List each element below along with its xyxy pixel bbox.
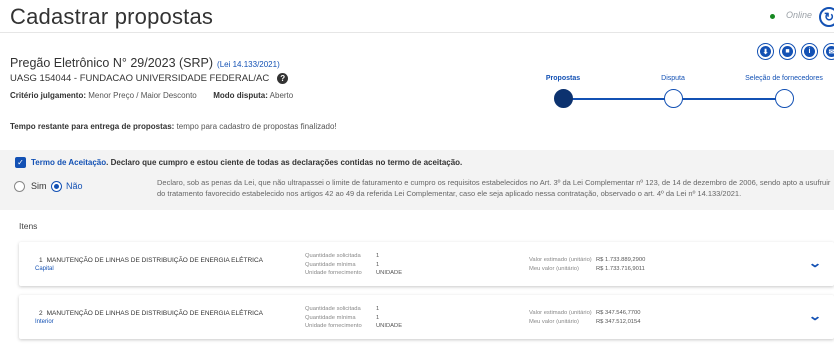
step-circle-selecao[interactable] [775,89,794,108]
info-button[interactable]: i [801,43,818,60]
qtd-minima-value: 1 [376,314,380,321]
help-icon[interactable]: ? [277,73,289,84]
termo-declaracao: Declaro que cumpro e estou ciente de tod… [110,158,463,167]
radio-sim-label[interactable]: Sim [31,181,47,191]
delete-button[interactable]: ■ [779,43,796,60]
qtd-minima-label: Quantidade mínima [305,314,356,321]
radio-sim[interactable] [14,181,25,192]
item-qty-values: 1 1 UNIDADE [376,252,402,278]
termo-aceitacao-text: Termo de Aceitação. Declaro que cumpro e… [31,158,463,167]
uasg-line: UASG 154044 - FUNDACAO UNIVERSIDADE FEDE… [10,73,289,84]
item-description: 2 MANUTENÇÃO DE LINHAS DE DISTRIBUIÇÃO DE… [35,310,263,317]
valor-estimado-label: Valor estimado (unitário) [529,310,592,316]
criterio-line: Critério julgamento: Menor Preço / Maior… [10,91,293,100]
valor-estimado-value: R$ 1.733.889,2900 [596,257,646,263]
tempo-value: tempo para cadastro de propostas finaliz… [176,122,337,131]
item-number: 2 [39,310,43,317]
lei-link[interactable]: (Lei 14.133/2021) [217,60,280,69]
unidade-label: Unidade fornecimento [305,323,362,329]
refresh-button[interactable]: ↻ [819,7,834,27]
download-button[interactable]: ⬇ [757,43,774,60]
chevron-down-icon[interactable]: ⌄ [808,309,822,323]
uasg-text: UASG 154044 - FUNDACAO UNIVERSIDADE FEDE… [10,73,270,84]
item-desc-text: MANUTENÇÃO DE LINHAS DE DISTRIBUIÇÃO DE … [46,257,263,264]
item-regiao: Capital [35,266,54,272]
step-label-propostas[interactable]: Propostas [546,75,580,82]
meu-valor-value: R$ 1.733.716,9011 [596,265,645,272]
qtd-solicitada-label: Quantidade solicitada [305,306,361,312]
step-circle-disputa[interactable] [664,89,683,108]
item-valor-values: R$ 347.546,7700 R$ 347.512,0154 [596,309,640,326]
unidade-value: UNIDADE [376,323,403,329]
item-valor-labels: Valor estimado (unitário) Meu valor (uni… [529,256,592,273]
step-circle-propostas[interactable] [554,89,573,108]
termo-aceitacao-link[interactable]: Termo de Aceitação [31,158,106,167]
item-number: 1 [39,257,43,264]
item-valor-values: R$ 1.733.889,2900 R$ 1.733.716,9011 [596,256,645,273]
step-label-selecao[interactable]: Seleção de fornecedores [745,75,823,82]
meu-valor-value: R$ 347.512,0154 [596,318,641,325]
qtd-solicitada-label: Quantidade solicitada [305,253,361,259]
top-bar: Cadastrar propostas Online ↻ [0,0,834,33]
item-valor-labels: Valor estimado (unitário) Meu valor (uni… [529,309,592,326]
item-card[interactable]: 1 MANUTENÇÃO DE LINHAS DE DISTRIBUIÇÃO DE… [19,242,834,286]
page-title: Cadastrar propostas [10,4,214,29]
online-status-label: Online [786,10,813,20]
refresh-icon: ↻ [823,10,834,24]
mail-icon: ✉ [826,46,834,57]
unidade-value: UNIDADE [376,270,403,276]
modo-disputa-label: Modo disputa: [213,91,268,100]
tempo-label: Tempo restante para entrega de propostas… [10,122,175,131]
qtd-minima-label: Quantidade mínima [305,261,356,268]
termo-checkbox[interactable]: ✓ [15,157,26,168]
trash-icon: ■ [782,46,793,57]
download-icon: ⬇ [760,46,771,57]
item-desc-text: MANUTENÇÃO DE LINHAS DE DISTRIBUIÇÃO DE … [46,310,263,317]
item-qty-values: 1 1 UNIDADE [376,305,402,331]
qtd-solicitada-value: 1 [376,306,380,312]
declaracao-text: Declaro, sob as penas da Lei, que não ul… [157,178,831,198]
valor-estimado-label: Valor estimado (unitário) [529,257,592,263]
qtd-solicitada-value: 1 [376,253,380,259]
item-qty-labels: Quantidade solicitada Quantidade mínima … [305,305,362,331]
pregao-title: Pregão Eletrônico N° 29/2023 (SRP) (Lei 1… [10,56,280,70]
item-description: 1 MANUTENÇÃO DE LINHAS DE DISTRIBUIÇÃO DE… [35,257,263,264]
modo-disputa-value: Aberto [269,91,294,100]
tempo-restante: Tempo restante para entrega de propostas… [10,122,337,131]
radio-nao[interactable] [51,181,62,192]
criterio-label: Critério julgamento: [10,91,87,100]
item-regiao: Interior [35,319,54,325]
itens-title: Itens [19,221,38,231]
unidade-label: Unidade fornecimento [305,270,362,276]
valor-estimado-value: R$ 347.546,7700 [596,310,641,316]
meu-valor-label: Meu valor (unitário) [529,265,579,272]
chevron-down-icon[interactable]: ⌄ [808,256,822,270]
online-status-dot [770,14,775,19]
radio-nao-label[interactable]: Não [66,181,83,191]
item-qty-labels: Quantidade solicitada Quantidade mínima … [305,252,362,278]
item-card[interactable]: 2 MANUTENÇÃO DE LINHAS DE DISTRIBUIÇÃO DE… [19,295,834,339]
step-label-disputa[interactable]: Disputa [661,75,685,82]
qtd-minima-value: 1 [376,261,380,268]
pregao-title-text: Pregão Eletrônico N° 29/2023 (SRP) [10,56,214,70]
info-icon: i [804,46,815,57]
criterio-value: Menor Preço / Maior Desconto [88,91,197,100]
mail-button[interactable]: ✉ [823,43,834,60]
meu-valor-label: Meu valor (unitário) [529,318,579,325]
